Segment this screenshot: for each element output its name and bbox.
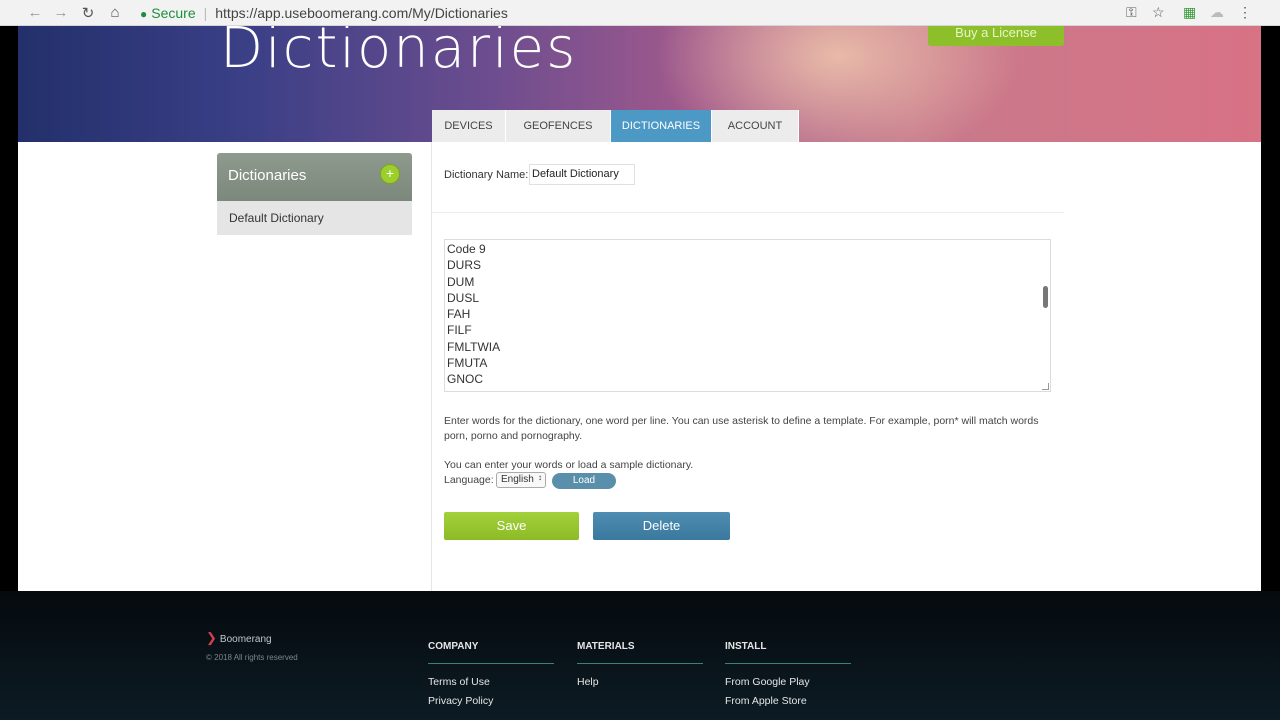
secure-label: Secure	[151, 5, 196, 21]
sidebar-header: Dictionaries +	[217, 153, 412, 201]
page-title: Dictionaries	[220, 26, 578, 81]
word-line: FMLTWIA	[447, 339, 501, 354]
word-line: DUM	[447, 274, 475, 289]
buy-license-button[interactable]: Buy a License	[928, 26, 1064, 46]
forward-icon[interactable]: →	[52, 4, 70, 21]
form-divider	[432, 212, 1064, 213]
home-icon[interactable]: ⌂	[106, 4, 124, 21]
url-text[interactable]: https://app.useboomerang.com/My/Dictiona…	[215, 5, 508, 21]
cloud-icon[interactable]: ☁	[1210, 4, 1224, 21]
footer: ❯ Boomerang © 2018 All rights reserved CO…	[0, 591, 1280, 720]
word-line: FILF	[447, 323, 472, 338]
tab-devices[interactable]: DEVICES	[432, 110, 506, 142]
tab-dictionaries[interactable]: DICTIONARIES	[611, 110, 712, 142]
tab-account[interactable]: ACCOUNT	[712, 110, 799, 142]
help-text: Enter words for the dictionary, one word…	[444, 415, 1039, 442]
reload-icon[interactable]: ↻	[79, 4, 97, 22]
word-line: DUSL	[447, 290, 480, 305]
lock-icon: ●	[140, 7, 148, 21]
hero-banner: Dictionaries Buy a License DEVICES GEOFE…	[18, 26, 1261, 142]
select-arrows-icon: ↕	[538, 473, 542, 482]
word-line: GNOC	[447, 372, 483, 387]
footer-column-install: INSTALL From Google Play From Apple Stor…	[725, 641, 851, 707]
word-line: GYPO	[445, 388, 500, 391]
add-dictionary-icon[interactable]: +	[381, 165, 399, 183]
word-line: FAH	[447, 307, 471, 322]
key-icon[interactable]: ⚿	[1126, 4, 1137, 21]
footer-column-company: COMPANY Terms of Use Privacy Policy	[428, 641, 554, 707]
browser-toolbar: ← → ↻ ⌂ ● Secure | https://app.useboomerang…	[0, 0, 1280, 26]
footer-heading: INSTALL	[725, 641, 851, 664]
language-value: English	[501, 474, 534, 485]
page: Dictionaries Buy a License DEVICES GEOFE…	[18, 26, 1261, 591]
delete-button[interactable]: Delete	[593, 512, 730, 540]
language-label: Language:	[444, 474, 494, 486]
star-icon[interactable]: ☆	[1152, 4, 1165, 21]
extension-icon[interactable]: ▦	[1183, 4, 1196, 21]
footer-link-google-play[interactable]: From Google Play	[725, 676, 851, 688]
boomerang-logo-icon: ❯	[206, 630, 217, 645]
dictionary-name-input[interactable]: Default Dictionary	[529, 164, 635, 185]
footer-heading: MATERIALS	[577, 641, 703, 664]
textarea-scrollbar[interactable]	[1043, 286, 1048, 308]
brand-name: Boomerang	[219, 634, 272, 645]
footer-brand[interactable]: ❯ Boomerang	[206, 630, 272, 646]
footer-link-help[interactable]: Help	[577, 676, 703, 688]
footer-link-privacy[interactable]: Privacy Policy	[428, 695, 554, 707]
word-list: Code 9 DURS DUM DUSL FAH FILF FMLTWIA FMUTA GNOC…	[445, 241, 501, 391]
save-button[interactable]: Save	[444, 512, 579, 540]
sample-text: You can enter your words or load a sampl…	[444, 459, 694, 471]
tab-geofences[interactable]: GEOFENCES	[506, 110, 611, 142]
word-line: FMUTA	[447, 356, 488, 371]
load-button[interactable]: Load	[552, 473, 616, 489]
words-textarea[interactable]: Code 9 DURS DUM DUSL FAH FILF FMLTWIA FMUTA GNOC…	[444, 239, 1051, 392]
address-separator: |	[203, 5, 208, 21]
footer-link-terms[interactable]: Terms of Use	[428, 676, 554, 688]
language-select[interactable]: English ↕	[496, 472, 546, 488]
footer-column-materials: MATERIALS Help	[577, 641, 703, 688]
back-icon[interactable]: ←	[26, 4, 44, 21]
menu-icon[interactable]: ⋮	[1238, 4, 1252, 21]
content-divider	[431, 142, 432, 591]
resize-handle-icon[interactable]	[1042, 383, 1049, 390]
sidebar: Dictionaries + Default Dictionary	[217, 153, 412, 235]
sidebar-title: Dictionaries	[228, 167, 307, 184]
main-tabs: DEVICES GEOFENCES DICTIONARIES ACCOUNT	[432, 110, 799, 142]
word-line: Code 9	[447, 242, 486, 256]
sidebar-item-default-dictionary[interactable]: Default Dictionary	[217, 201, 412, 235]
address-bar[interactable]: ● Secure | https://app.useboomerang.com/My/…	[140, 5, 508, 21]
word-line: DURS	[447, 258, 482, 273]
dictionary-name-label: Dictionary Name:	[444, 169, 529, 181]
copyright: © 2018 All rights reserved	[206, 653, 298, 662]
footer-heading: COMPANY	[428, 641, 554, 664]
footer-link-apple-store[interactable]: From Apple Store	[725, 695, 851, 707]
